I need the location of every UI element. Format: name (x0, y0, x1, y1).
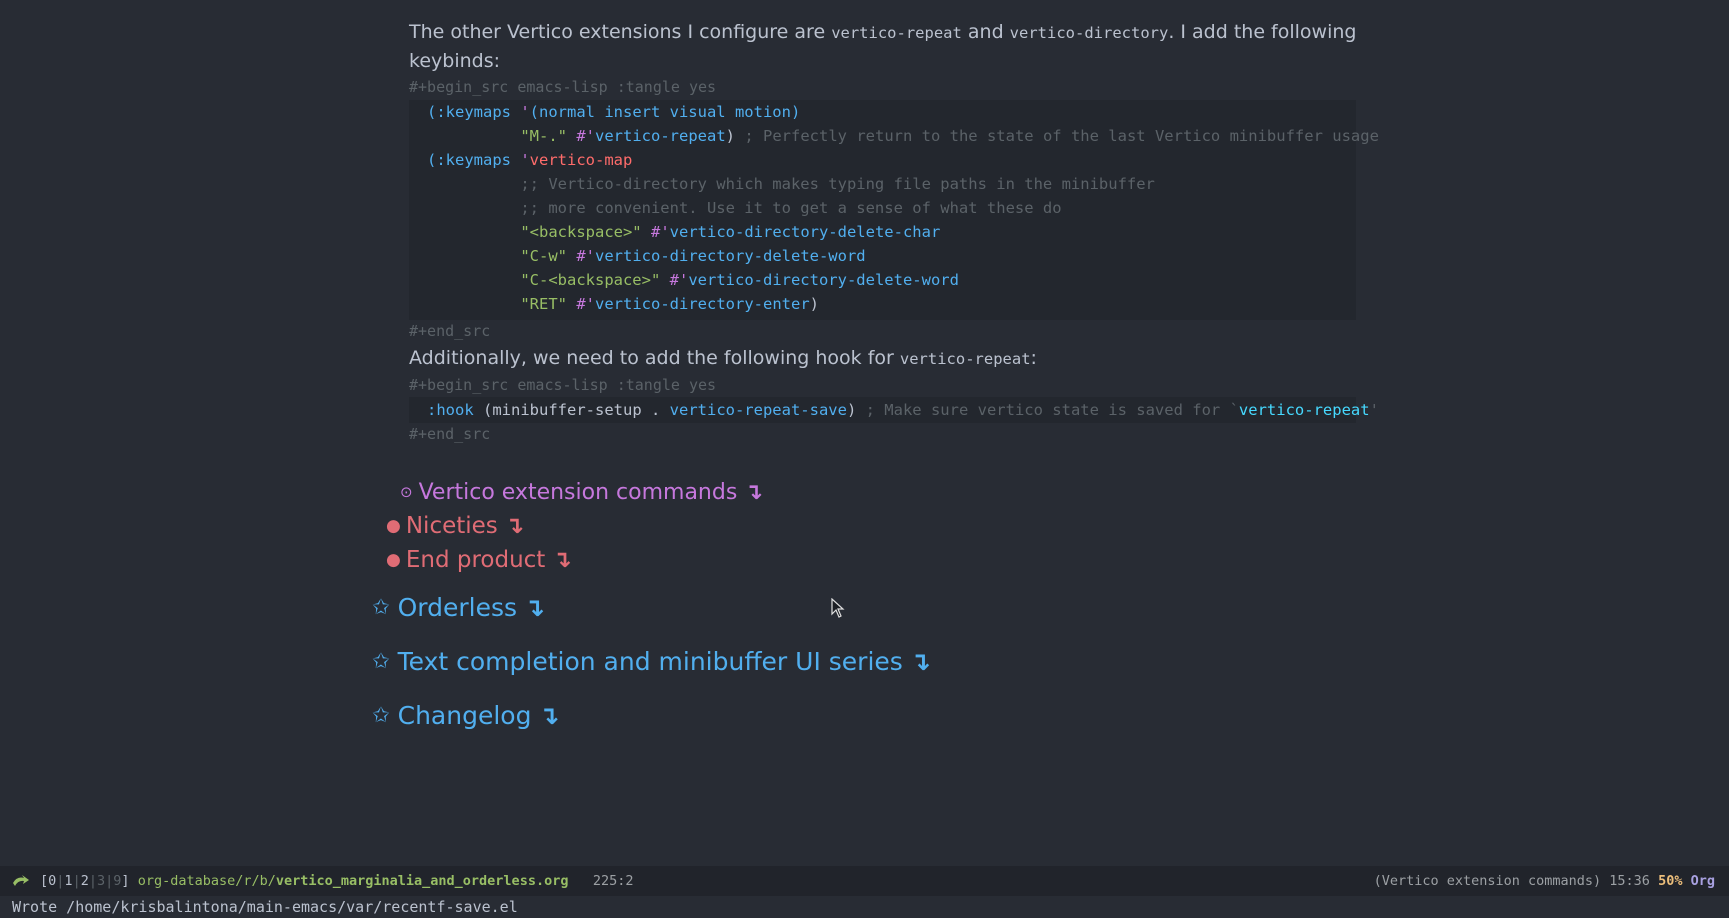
buffer-percent: 50% (1658, 873, 1683, 889)
buffer-file-name[interactable]: vertico_marginalia_and_orderless.org (276, 873, 569, 889)
current-heading-context: (Vertico extension commands) (1373, 873, 1602, 889)
src-block-hook[interactable]: :hook (minibuffer-setup . vertico-repeat… (409, 397, 1379, 423)
cursor-position: 225:2 (592, 873, 634, 889)
heading-star-icon: ✩ (372, 703, 390, 727)
code-line: "C-<backspace>" #'vertico-directory-dele… (520, 271, 959, 289)
text: . I add the following (1168, 21, 1357, 43)
fold-arrow-icon[interactable]: ↴ (910, 647, 931, 676)
inline-code: vertico-repeat (831, 24, 962, 42)
mouse-pointer-icon (831, 598, 845, 618)
fold-arrow-icon[interactable]: ↴ (524, 593, 545, 622)
heading-star-icon: ✩ (372, 649, 390, 673)
code-line: ;; more convenient. Use it to get a sens… (520, 199, 1062, 217)
text: keybinds: (409, 50, 501, 72)
src-begin-marker: #+begin_src emacs-lisp :tangle yes (409, 78, 717, 96)
heading-bullet-icon: ⊙ (400, 483, 413, 501)
heading-title: Changelog (397, 700, 532, 730)
heading-niceties[interactable]: ● Niceties ↴ (386, 511, 524, 541)
heading-title: Vertico extension commands (418, 479, 738, 505)
heading-vertico-extension-commands[interactable]: ⊙ Vertico extension commands ↴ (400, 477, 763, 507)
inline-code: vertico-directory (1009, 24, 1169, 42)
heading-title: Niceties (405, 513, 498, 539)
code-line: "C-w" #'vertico-directory-delete-word (520, 247, 866, 265)
heading-title: Text completion and minibuffer UI series (397, 646, 903, 676)
fold-arrow-icon[interactable]: ↴ (538, 701, 559, 730)
src-end-marker: #+end_src (409, 322, 491, 340)
echo-area: Wrote /home/krisbalintona/main-emacs/var… (12, 898, 518, 916)
fold-arrow-icon[interactable]: ↴ (505, 513, 524, 539)
code-line: "M-." #'vertico-repeat) ; Perfectly retu… (520, 127, 1379, 145)
buffer-path-dir: org-database/r/b/ (137, 873, 276, 889)
heading-end-product[interactable]: ● End product ↴ (386, 545, 572, 575)
heading-title: Orderless (397, 592, 518, 622)
heading-title: End product (405, 547, 546, 573)
code-line: "<backspace>" #'vertico-directory-delete… (520, 223, 941, 241)
fold-arrow-icon[interactable]: ↴ (552, 547, 571, 573)
heading-star-icon: ✩ (372, 595, 390, 619)
mode-line: [0|1|2|3|9] org-database/r/b/vertico_mar… (0, 866, 1729, 896)
text: Additionally, we need to add the followi… (409, 347, 900, 369)
inline-code: vertico-repeat (899, 350, 1031, 368)
code-line: (:keymaps 'vertico-map (427, 151, 633, 169)
heading-bullet-icon: ● (386, 550, 401, 570)
paragraph-hook-intro: Additionally, we need to add the followi… (409, 344, 1037, 373)
code-line: (:keymaps '(normal insert visual motion) (427, 103, 801, 121)
heading-orderless[interactable]: ✩ Orderless ↴ (372, 590, 545, 624)
text: and (961, 21, 1010, 43)
code-line: :hook (minibuffer-setup . vertico-repeat… (427, 401, 1379, 419)
src-begin-marker: #+begin_src emacs-lisp :tangle yes (409, 376, 717, 394)
fold-arrow-icon[interactable]: ↴ (744, 480, 762, 505)
paragraph-keybinds-intro: The other Vertico extensions I configure… (409, 18, 1356, 75)
heading-text-completion-series[interactable]: ✩ Text completion and minibuffer UI seri… (372, 644, 931, 678)
org-buffer[interactable]: The other Vertico extensions I configure… (0, 0, 1729, 866)
major-mode[interactable]: Org (1691, 873, 1715, 889)
workspace-indicator[interactable]: [0|1|2|3|9] (40, 873, 130, 889)
text: The other Vertico extensions I configure… (409, 21, 832, 43)
evil-state-icon (13, 875, 29, 886)
code-line: ;; Vertico-directory which makes typing … (520, 175, 1155, 193)
code-line: "RET" #'vertico-directory-enter) (520, 295, 819, 313)
src-end-marker: #+end_src (409, 425, 491, 443)
src-block-keymaps[interactable]: (:keymaps '(normal insert visual motion)… (409, 100, 1379, 320)
text: : (1030, 347, 1037, 369)
heading-changelog[interactable]: ✩ Changelog ↴ (372, 698, 559, 732)
heading-bullet-icon: ● (386, 516, 401, 536)
clock: 15:36 (1609, 873, 1650, 889)
